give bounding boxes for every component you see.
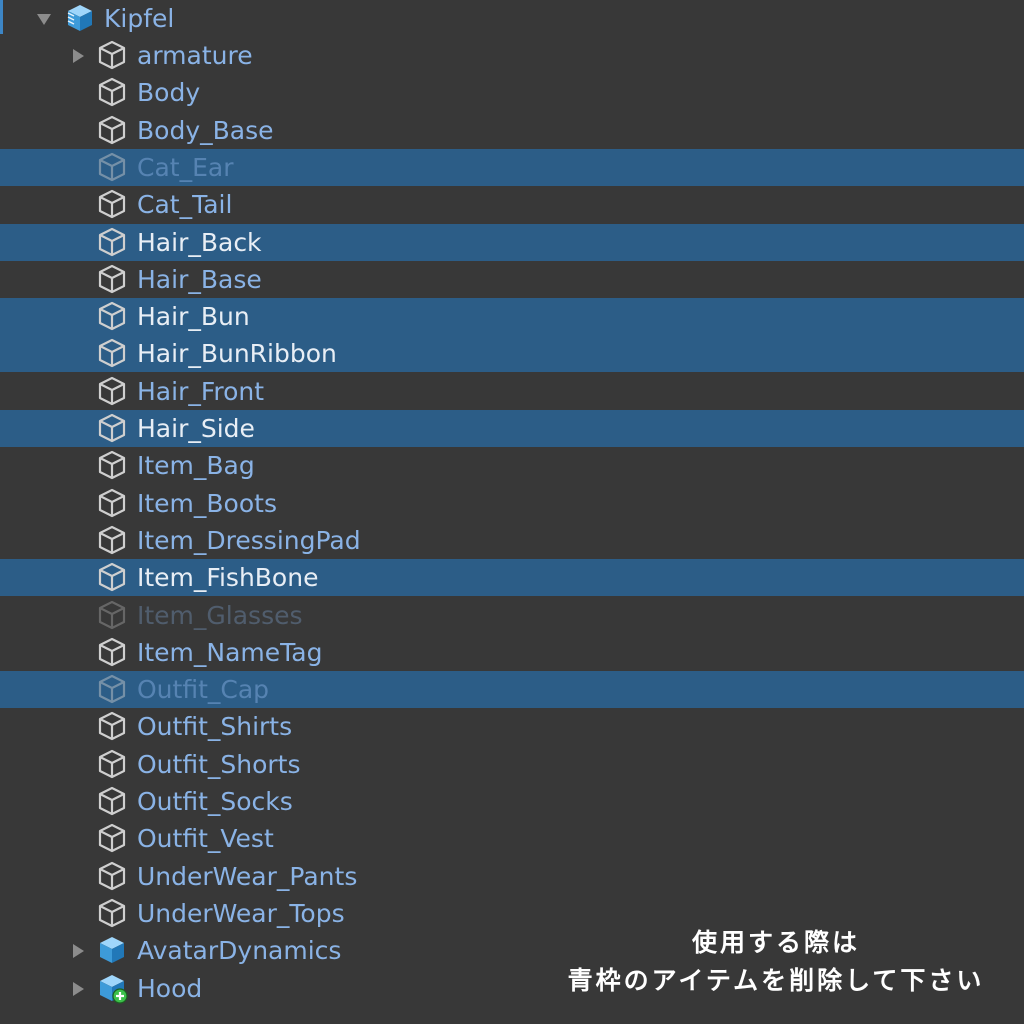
tree-row-hair-back[interactable]: Hair_Back bbox=[0, 223, 1024, 261]
tree-row-label: Hood bbox=[137, 973, 203, 1003]
tree-row-hair-side[interactable]: Hair_Side bbox=[0, 410, 1024, 447]
gameobject-icon bbox=[96, 524, 128, 556]
tree-row-label: Body_Base bbox=[137, 115, 274, 145]
tree-row-label: armature bbox=[137, 41, 253, 70]
tree-row-label: Item_FishBone bbox=[137, 563, 319, 593]
gameobject-icon bbox=[96, 188, 128, 220]
tree-row-outfit-shorts[interactable]: Outfit_Shorts bbox=[0, 746, 1024, 783]
usage-note-line-2: 青枠のアイテムを削除して下さい bbox=[567, 966, 985, 995]
tree-row-label: Cat_Ear bbox=[137, 152, 234, 182]
tree-row-item-bag[interactable]: Item_Bag bbox=[0, 447, 1024, 484]
prefab-added-icon bbox=[96, 972, 128, 1004]
tree-row-outfit-cap[interactable]: Outfit_Cap bbox=[0, 671, 1024, 709]
usage-note: 使用する際は 青枠のアイテムを削除して下さい bbox=[546, 924, 1006, 1000]
gameobject-icon bbox=[96, 151, 128, 183]
tree-row-underwear-pants[interactable]: UnderWear_Pants bbox=[0, 858, 1024, 895]
tree-row-label: Hair_Bun bbox=[137, 302, 250, 332]
tree-row-label: Outfit_Socks bbox=[137, 787, 293, 816]
tree-row-item-boots[interactable]: Item_Boots bbox=[0, 485, 1024, 522]
gameobject-icon bbox=[96, 114, 128, 146]
tree-row-label: Body bbox=[137, 78, 201, 108]
prefab-icon bbox=[96, 934, 128, 966]
gameobject-icon bbox=[96, 636, 128, 668]
tree-row-item-glasses[interactable]: Item_Glasses bbox=[0, 597, 1024, 634]
tree-row-label: Item_DressingPad bbox=[137, 525, 361, 555]
tree-row-outfit-shirts[interactable]: Outfit_Shirts bbox=[0, 708, 1024, 745]
tree-row-label: Item_Glasses bbox=[137, 600, 303, 630]
tree-row-item-nametag[interactable]: Item_NameTag bbox=[0, 634, 1024, 671]
usage-note-line-1: 使用する際は bbox=[691, 928, 860, 957]
collapse-arrow-icon[interactable] bbox=[70, 48, 86, 64]
tree-row-outfit-vest[interactable]: Outfit_Vest bbox=[0, 820, 1024, 857]
collapse-arrow-icon[interactable] bbox=[70, 981, 86, 997]
tree-row-label: Outfit_Vest bbox=[137, 824, 274, 854]
tree-row-label: Item_NameTag bbox=[137, 637, 323, 667]
tree-row-item-fishbone[interactable]: Item_FishBone bbox=[0, 559, 1024, 597]
gameobject-icon bbox=[96, 39, 128, 71]
gameobject-icon bbox=[96, 710, 128, 742]
gameobject-icon bbox=[96, 337, 128, 369]
gameobject-icon bbox=[96, 748, 128, 780]
gameobject-icon bbox=[96, 300, 128, 332]
tree-row-hair-front[interactable]: Hair_Front bbox=[0, 373, 1024, 410]
gameobject-icon bbox=[96, 487, 128, 519]
tree-row-label: Item_Bag bbox=[137, 451, 255, 481]
tree-row-label: UnderWear_Pants bbox=[137, 861, 358, 891]
tree-row-outfit-socks[interactable]: Outfit_Socks bbox=[0, 783, 1024, 820]
tree-row-body-base[interactable]: Body_Base bbox=[0, 112, 1024, 149]
gameobject-icon bbox=[96, 412, 128, 444]
gameobject-icon bbox=[96, 785, 128, 817]
tree-row-root[interactable]: Kipfel bbox=[0, 0, 1024, 37]
gameobject-icon bbox=[96, 449, 128, 481]
gameobject-icon bbox=[96, 263, 128, 295]
tree-row-label: Hair_Back bbox=[137, 227, 262, 257]
tree-row-body[interactable]: Body bbox=[0, 74, 1024, 111]
gameobject-icon bbox=[96, 561, 128, 593]
tree-row-cat-ear[interactable]: Cat_Ear bbox=[0, 148, 1024, 186]
tree-row-cat-tail[interactable]: Cat_Tail bbox=[0, 186, 1024, 223]
tree-row-item-dressingpad[interactable]: Item_DressingPad bbox=[0, 522, 1024, 559]
tree-row-label: Outfit_Shorts bbox=[137, 749, 301, 779]
tree-row-hair-base[interactable]: Hair_Base bbox=[0, 261, 1024, 298]
gameobject-icon bbox=[96, 375, 128, 407]
tree-row-label: Item_Boots bbox=[137, 488, 277, 518]
tree-row-label: Cat_Tail bbox=[137, 190, 233, 220]
tree-row-label: Hair_BunRibbon bbox=[137, 339, 337, 369]
tree-row-hair-bunribbon[interactable]: Hair_BunRibbon bbox=[0, 335, 1024, 373]
tree-row-label: Hair_Side bbox=[137, 414, 255, 443]
gameobject-icon bbox=[96, 822, 128, 854]
tree-row-label: UnderWear_Tops bbox=[137, 898, 345, 928]
tree-row-armature[interactable]: armature bbox=[0, 37, 1024, 74]
tree-row-label: Outfit_Shirts bbox=[137, 712, 293, 742]
gameobject-icon bbox=[96, 897, 128, 929]
expand-arrow-icon[interactable] bbox=[36, 11, 52, 27]
gameobject-icon bbox=[96, 673, 128, 705]
gameobject-icon bbox=[96, 599, 128, 631]
gameobject-icon bbox=[96, 76, 128, 108]
tree-row-label: Hair_Front bbox=[137, 376, 265, 406]
gameobject-icon bbox=[96, 226, 128, 258]
tree-row-label: AvatarDynamics bbox=[137, 936, 342, 966]
tree-row-hair-bun[interactable]: Hair_Bun bbox=[0, 298, 1024, 336]
gameobject-icon bbox=[96, 860, 128, 892]
root-object-label: Kipfel bbox=[104, 4, 175, 33]
prefab-icon bbox=[64, 2, 96, 34]
tree-row-label: Hair_Base bbox=[137, 264, 262, 294]
tree-row-label: Outfit_Cap bbox=[137, 675, 270, 705]
collapse-arrow-icon[interactable] bbox=[70, 943, 86, 959]
